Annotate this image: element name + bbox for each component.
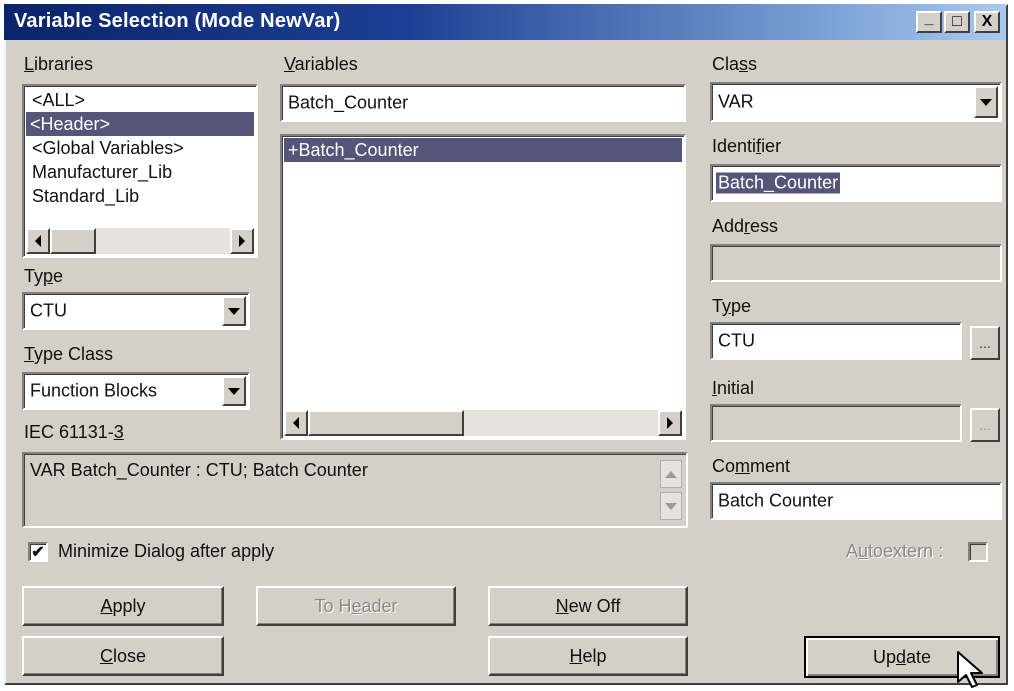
declaration-text: VAR Batch_Counter : CTU; Batch Counter: [30, 460, 368, 480]
library-item-header[interactable]: <Header>: [26, 112, 254, 136]
mouse-cursor-icon: [957, 651, 983, 688]
chevron-down-icon: [980, 98, 992, 106]
class-dropdown[interactable]: VAR: [710, 82, 1002, 122]
identifier-value: Batch_Counter: [716, 172, 841, 194]
checkmark-icon: ✔: [31, 544, 45, 561]
type-class-dropdown-button[interactable]: [222, 376, 246, 406]
address-input: [710, 244, 1002, 282]
type-value: CTU: [718, 330, 755, 351]
type-browse-button[interactable]: ...: [970, 326, 1000, 360]
declaration-scroll-down-button: [660, 492, 682, 520]
library-item-global-variables[interactable]: <Global Variables>: [28, 136, 188, 160]
close-window-button[interactable]: X: [974, 11, 1000, 33]
libraries-horizontal-scrollbar[interactable]: [26, 228, 254, 254]
comment-value: Batch Counter: [718, 490, 834, 511]
close-button[interactable]: Close: [22, 636, 224, 676]
close-icon: X: [981, 13, 993, 30]
variables-listbox[interactable]: +Batch_Counter: [280, 134, 686, 440]
scroll-left-button[interactable]: [284, 410, 308, 436]
title-bar: Variable Selection (Mode NewVar) _ □ X: [4, 4, 1006, 40]
standard-label: IEC 61131-3: [24, 422, 124, 442]
comment-label: Comment: [712, 456, 791, 476]
type-input[interactable]: CTU: [710, 322, 962, 360]
initial-input: [710, 404, 962, 442]
arrow-right-icon: [667, 417, 673, 429]
class-label: Class: [712, 54, 758, 74]
type-class-dropdown[interactable]: Function Blocks: [22, 372, 250, 410]
declaration-scroll-up-button: [660, 460, 682, 488]
variable-filter-value: Batch_Counter: [288, 92, 409, 113]
autoextern-checkbox: [968, 542, 988, 562]
type-filter-label: Type: [24, 266, 64, 286]
address-label: Address: [712, 216, 779, 236]
variables-horizontal-scrollbar[interactable]: [284, 410, 682, 436]
minimize-button[interactable]: _: [916, 10, 942, 33]
maximize-button[interactable]: □: [944, 11, 970, 33]
class-dropdown-button[interactable]: [974, 86, 998, 118]
chevron-down-icon: [228, 307, 240, 315]
libraries-label: Libraries: [24, 54, 94, 74]
new-off-button[interactable]: New Off: [488, 586, 688, 626]
initial-label: Initial: [712, 378, 755, 398]
arrow-left-icon: [293, 417, 299, 429]
apply-button[interactable]: Apply: [22, 586, 224, 626]
scroll-left-button[interactable]: [26, 228, 50, 254]
type-filter-dropdown[interactable]: CTU: [22, 292, 250, 330]
arrow-down-icon: [665, 502, 677, 510]
arrow-left-icon: [35, 235, 41, 247]
libraries-listbox[interactable]: <ALL> <Header> <Global Variables> Manufa…: [22, 84, 258, 258]
type-class-value: Function Blocks: [30, 380, 158, 401]
type-label: Type: [712, 296, 752, 316]
scroll-thumb[interactable]: [50, 228, 96, 254]
library-item-all[interactable]: <ALL>: [28, 88, 89, 112]
help-button[interactable]: Help: [488, 636, 688, 676]
scroll-thumb[interactable]: [308, 410, 464, 436]
initial-browse-button: ...: [970, 408, 1000, 442]
minimize-dialog-label[interactable]: Minimize Dialog after apply: [58, 541, 274, 562]
library-item-manufacturer-lib[interactable]: Manufacturer_Lib: [28, 160, 176, 184]
chevron-down-icon: [228, 387, 240, 395]
minimize-icon: _: [924, 10, 934, 27]
type-class-label: Type Class: [24, 344, 114, 364]
arrow-right-icon: [239, 235, 245, 247]
ellipsis-icon: ...: [979, 417, 991, 433]
maximize-icon: □: [952, 13, 962, 30]
identifier-input[interactable]: Batch_Counter: [710, 164, 1002, 202]
class-value: VAR: [718, 91, 754, 112]
type-filter-value: CTU: [30, 300, 67, 321]
to-header-button: To He ader: [256, 586, 456, 626]
variable-item-batch-counter[interactable]: +Batch_Counter: [284, 138, 682, 162]
ellipsis-icon: ...: [979, 335, 991, 351]
minimize-dialog-checkbox[interactable]: ✔: [28, 542, 48, 562]
scroll-right-button[interactable]: [658, 410, 682, 436]
variable-filter-input[interactable]: Batch_Counter: [280, 84, 686, 122]
variables-label: Variables: [284, 54, 358, 74]
type-filter-dropdown-button[interactable]: [222, 296, 246, 326]
scroll-right-button[interactable]: [230, 228, 254, 254]
autoextern-label: Autoextern :: [846, 541, 944, 561]
declaration-box: VAR Batch_Counter : CTU; Batch Counter: [22, 452, 688, 528]
arrow-up-icon: [665, 470, 677, 478]
comment-input[interactable]: Batch Counter: [710, 482, 1002, 520]
window-title: Variable Selection (Mode NewVar): [14, 10, 341, 32]
identifier-label: Identifier: [712, 136, 782, 156]
library-item-standard-lib[interactable]: Standard_Lib: [28, 184, 143, 208]
